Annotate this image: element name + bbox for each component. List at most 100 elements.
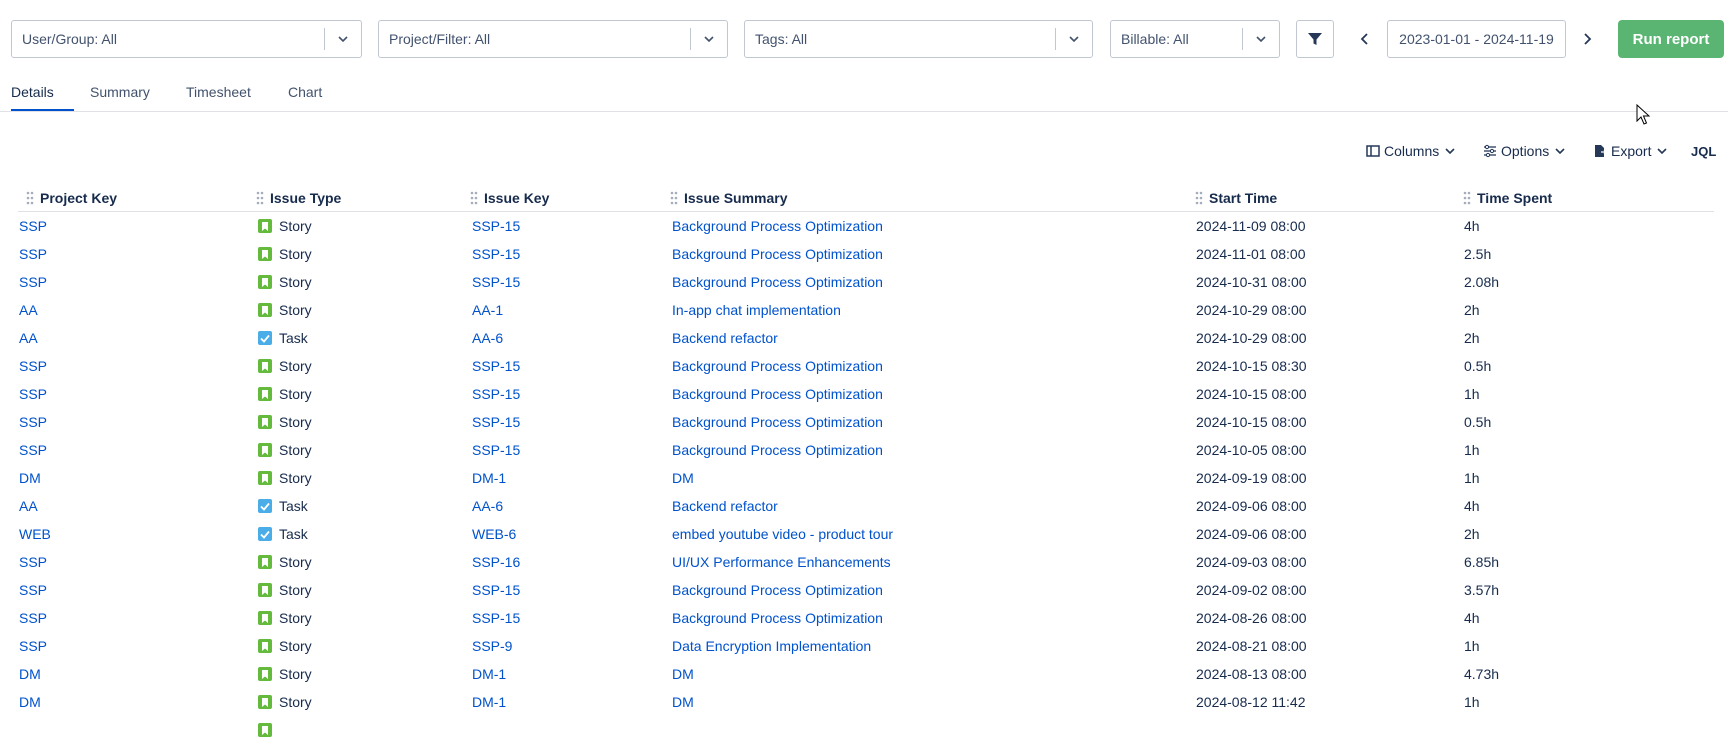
issue-key-link[interactable]: AA-6	[472, 492, 503, 520]
issue-summary-link[interactable]: DM	[672, 464, 694, 492]
issue-key-link[interactable]: SSP-15	[472, 408, 520, 436]
issue-key-link[interactable]: SSP-16	[472, 548, 520, 576]
drag-handle-icon[interactable]	[26, 191, 34, 205]
start-time-cell: 2024-08-13 08:00	[1196, 666, 1307, 682]
project-key-link[interactable]: DM	[19, 464, 41, 492]
issue-key-link[interactable]: SSP-15	[472, 268, 520, 296]
project-key-link[interactable]: DM	[19, 688, 41, 716]
column-header-label: Issue Key	[484, 190, 550, 206]
issue-key-link[interactable]: SSP-15	[472, 212, 520, 240]
drag-handle-icon[interactable]	[256, 191, 264, 205]
issue-summary-link[interactable]: embed youtube video - product tour	[672, 520, 893, 548]
project-key-link[interactable]: SSP	[19, 632, 47, 660]
chevron-down-icon[interactable]	[1056, 32, 1092, 46]
jql-button[interactable]: JQL	[1691, 140, 1716, 162]
chevron-down-icon[interactable]	[325, 32, 361, 46]
issue-key-link[interactable]: SSP-15	[472, 352, 520, 380]
time-spent-cell: 3.57h	[1464, 582, 1500, 598]
user-group-label: User/Group: All	[22, 31, 117, 47]
project-key-link[interactable]: AA	[19, 492, 38, 520]
start-time-cell: 2024-09-19 08:00	[1196, 470, 1307, 486]
drag-handle-icon[interactable]	[470, 191, 478, 205]
issue-summary-link[interactable]: Background Process Optimization	[672, 268, 883, 296]
sliders-icon	[1484, 144, 1496, 158]
issue-type-label: Story	[279, 386, 312, 402]
tags-select[interactable]: Tags: All	[744, 20, 1093, 58]
issue-key-link[interactable]: WEB-6	[472, 520, 516, 548]
chevron-down-icon[interactable]	[691, 32, 727, 46]
export-button[interactable]: Export	[1593, 140, 1673, 162]
column-header-issue-type[interactable]: Issue Type	[256, 186, 341, 210]
column-header-time-spent[interactable]: Time Spent	[1463, 186, 1552, 210]
project-key-link[interactable]: AA	[19, 324, 38, 352]
issue-summary-link[interactable]: In-app chat implementation	[672, 296, 841, 324]
column-header-issue-summary[interactable]: Issue Summary	[670, 186, 788, 210]
run-report-button[interactable]: Run report	[1618, 20, 1724, 58]
issue-summary-link[interactable]: Background Process Optimization	[672, 240, 883, 268]
start-time-cell: 2024-11-09 08:00	[1196, 218, 1306, 234]
issue-summary-link[interactable]: Background Process Optimization	[672, 408, 883, 436]
issue-summary-link[interactable]: Backend refactor	[672, 324, 778, 352]
project-key-link[interactable]: SSP	[19, 268, 47, 296]
drag-handle-icon[interactable]	[1463, 191, 1471, 205]
project-key-link[interactable]: SSP	[19, 436, 47, 464]
issue-type-label: Story	[279, 610, 312, 626]
issue-key-link[interactable]: SSP-15	[472, 380, 520, 408]
billable-select[interactable]: Billable: All	[1110, 20, 1280, 58]
issue-summary-link[interactable]: Backend refactor	[672, 492, 778, 520]
issue-summary-link[interactable]: Background Process Optimization	[672, 576, 883, 604]
issue-key-link[interactable]: AA-6	[472, 324, 503, 352]
issue-summary-link[interactable]: Background Process Optimization	[672, 604, 883, 632]
project-key-link[interactable]: DM	[19, 660, 41, 688]
tab-summary[interactable]: Summary	[90, 78, 150, 111]
issue-summary-link[interactable]: DM	[672, 660, 694, 688]
project-key-link[interactable]: SSP	[19, 212, 47, 240]
table-row: DM Story DM-1 DM 2024-08-13 08:00 4.73h	[0, 660, 1728, 688]
chevron-down-icon[interactable]	[1243, 32, 1279, 46]
project-key-link[interactable]: SSP	[19, 604, 47, 632]
project-key-link[interactable]: AA	[19, 296, 38, 324]
drag-handle-icon[interactable]	[1195, 191, 1203, 205]
issue-key-link[interactable]: DM-1	[472, 660, 506, 688]
project-key-link[interactable]: SSP	[19, 576, 47, 604]
issue-summary-link[interactable]: Data Encryption Implementation	[672, 632, 871, 660]
issue-key-link[interactable]: SSP-15	[472, 436, 520, 464]
column-header-start-time[interactable]: Start Time	[1195, 186, 1277, 210]
issue-summary-link[interactable]: Background Process Optimization	[672, 436, 883, 464]
issue-key-link[interactable]: SSP-15	[472, 604, 520, 632]
issue-summary-link[interactable]: Background Process Optimization	[672, 380, 883, 408]
project-key-link[interactable]: SSP	[19, 548, 47, 576]
issue-key-link[interactable]: AA-1	[472, 296, 503, 324]
columns-button[interactable]: Columns	[1366, 140, 1461, 162]
issue-summary-link[interactable]: UI/UX Performance Enhancements	[672, 548, 891, 576]
issue-key-link[interactable]: SSP-15	[472, 240, 520, 268]
issue-key-link[interactable]: SSP-15	[472, 576, 520, 604]
tab-details[interactable]: Details	[11, 78, 74, 111]
options-button[interactable]: Options	[1483, 140, 1571, 162]
column-header-project-key[interactable]: Project Key	[26, 186, 117, 210]
drag-handle-icon[interactable]	[670, 191, 678, 205]
columns-icon	[1366, 145, 1380, 157]
next-period-button[interactable]	[1577, 27, 1597, 51]
issue-summary-link[interactable]: Background Process Optimization	[672, 352, 883, 380]
issue-key-link[interactable]: DM-1	[472, 464, 506, 492]
prev-period-button[interactable]	[1355, 27, 1375, 51]
column-header-issue-key[interactable]: Issue Key	[470, 186, 549, 210]
filter-button[interactable]	[1296, 20, 1334, 58]
issue-key-link[interactable]: DM-1	[472, 688, 506, 716]
tab-timesheet[interactable]: Timesheet	[186, 78, 251, 111]
project-key-link[interactable]: SSP	[19, 380, 47, 408]
date-range-input[interactable]: 2023-01-01 - 2024-11-19	[1387, 20, 1566, 58]
issue-summary-link[interactable]: Background Process Optimization	[672, 212, 883, 240]
issue-summary-link[interactable]: DM	[672, 688, 694, 716]
issue-key-link[interactable]: SSP-9	[472, 632, 512, 660]
tab-chart[interactable]: Chart	[288, 78, 322, 111]
start-time-cell: 2024-10-31 08:00	[1196, 274, 1307, 290]
project-key-link[interactable]: SSP	[19, 408, 47, 436]
project-filter-select[interactable]: Project/Filter: All	[378, 20, 728, 58]
project-key-link[interactable]: SSP	[19, 352, 47, 380]
project-key-link[interactable]: WEB	[19, 520, 51, 548]
issue-type-label: Story	[279, 358, 312, 374]
user-group-select[interactable]: User/Group: All	[11, 20, 362, 58]
project-key-link[interactable]: SSP	[19, 240, 47, 268]
